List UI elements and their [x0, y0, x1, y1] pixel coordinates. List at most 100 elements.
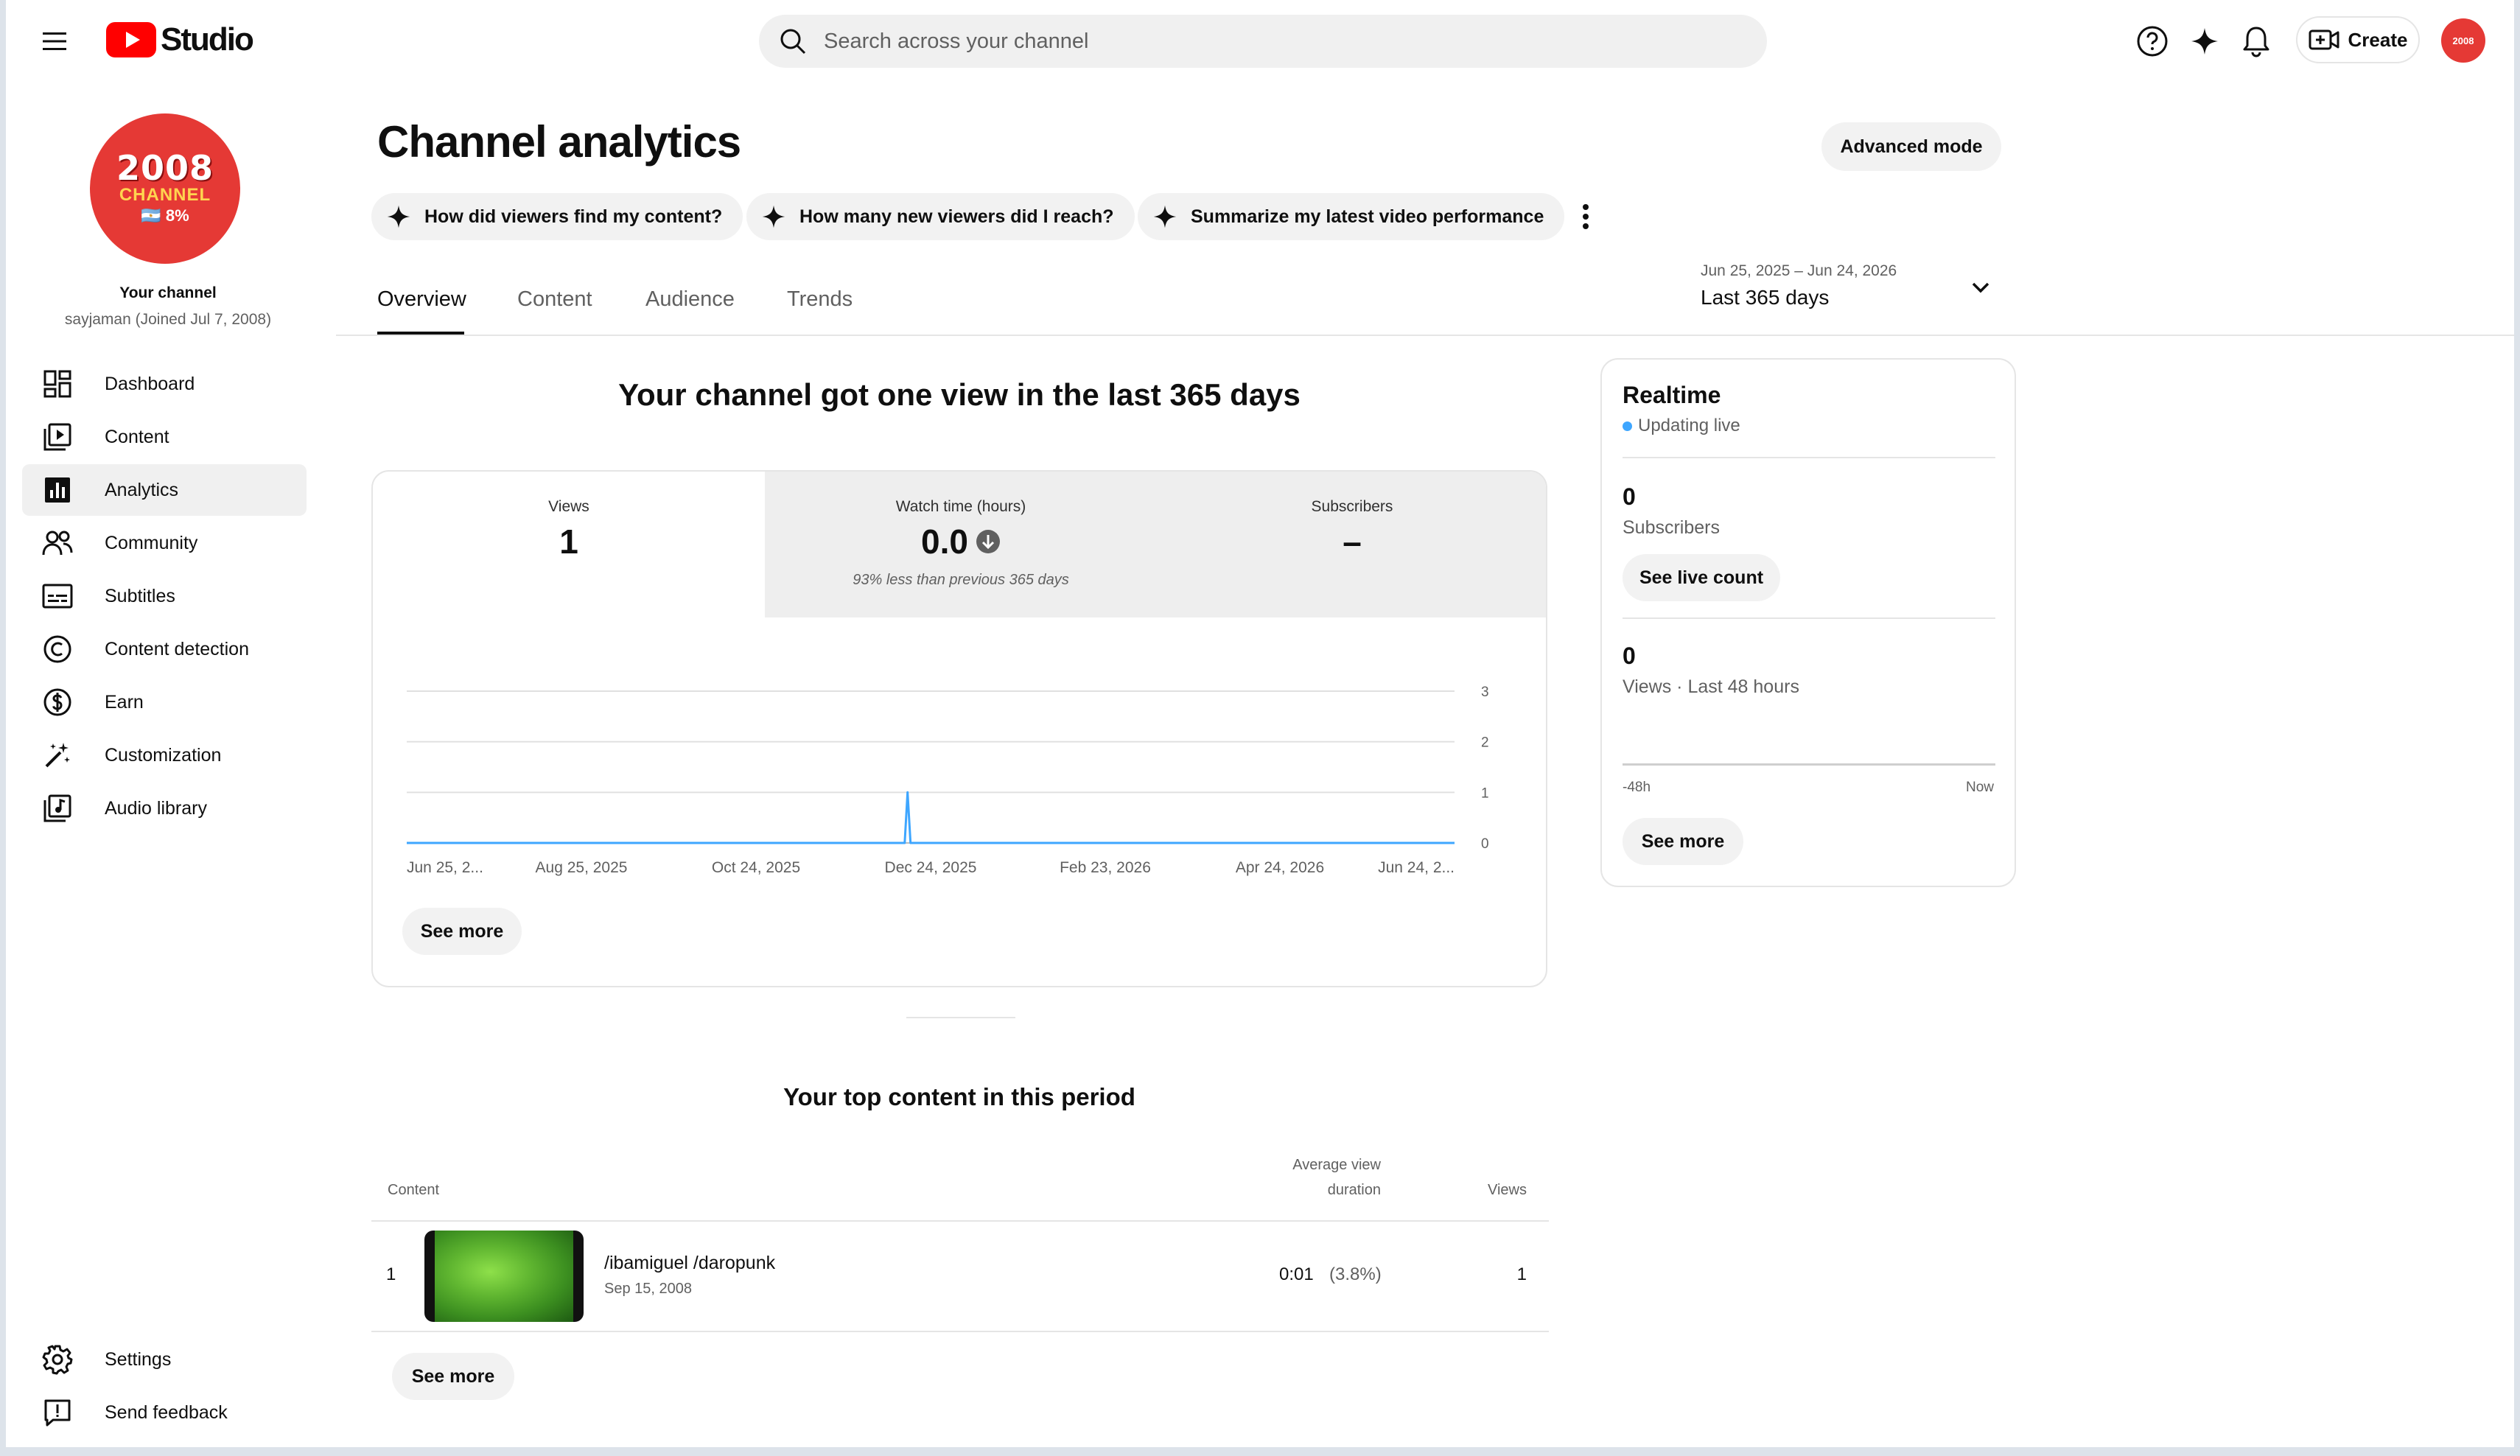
sidebar-item-label: Dashboard [105, 373, 195, 394]
see-live-count-button[interactable]: See live count [1623, 554, 1780, 601]
dollar-icon [40, 685, 75, 720]
metric-value: – [1343, 522, 1362, 561]
metric-comparison-note: 93% less than previous 365 days [853, 572, 1069, 588]
copyright-icon [40, 631, 75, 667]
metric-value-wrap: – [1157, 522, 1546, 561]
sidebar-item-analytics[interactable]: Analytics [22, 464, 307, 516]
account-avatar[interactable]: 2008 [2441, 18, 2485, 63]
video-date: Sep 15, 2008 [604, 1281, 692, 1297]
realtime-status: Updating live [1623, 416, 1740, 436]
help-icon[interactable] [2133, 22, 2171, 60]
sidebar-item-subtitles[interactable]: Subtitles [22, 570, 307, 622]
x-tick-label: Aug 25, 2025 [536, 859, 628, 876]
tab-overview[interactable]: Overview [377, 287, 466, 312]
video-thumbnail[interactable] [424, 1231, 584, 1322]
overview-see-more-button[interactable]: See more [402, 908, 522, 955]
your-channel-label: Your channel [119, 284, 217, 301]
metric-subscribers[interactable]: Subscribers – [1157, 472, 1546, 617]
metric-value: 0.0 [921, 522, 968, 561]
sidebar-item-label: Customization [105, 744, 222, 766]
avg-view-duration: 0:01 [1279, 1264, 1314, 1284]
realtime-see-more-button[interactable]: See more [1623, 818, 1743, 865]
advanced-mode-button[interactable]: Advanced mode [1821, 122, 2001, 171]
row-views: 1 [1516, 1264, 1527, 1284]
chip-label: How many new viewers did I reach? [799, 206, 1114, 227]
tab-divider [336, 335, 2514, 336]
channel-avatar[interactable]: 2008 CHANNEL 🇦🇷 8% [90, 113, 240, 264]
sidebar-item-audio-library[interactable]: Audio library [22, 783, 307, 834]
search-bar[interactable] [759, 15, 1767, 68]
sidebar-item-label: Content detection [105, 638, 249, 659]
metric-label: Watch time (hours) [895, 498, 1026, 515]
sidebar-item-dashboard[interactable]: Dashboard [22, 358, 307, 410]
avatar-small-text: 2008 [2452, 35, 2474, 46]
realtime-views-label: Views · Last 48 hours [1623, 676, 1799, 697]
top-bar: Studio Create 2008 [6, 0, 2514, 81]
bell-icon[interactable] [2237, 22, 2275, 60]
top-content-see-more-button[interactable]: See more [392, 1353, 514, 1400]
table-row[interactable]: 1 /ibamiguel /daropunk Sep 15, 2008 0:01… [371, 1222, 1549, 1331]
date-range-dates: Jun 25, 2025 – Jun 24, 2026 [1701, 262, 1897, 279]
tab-content[interactable]: Content [517, 287, 592, 312]
sparkle-icon[interactable] [2185, 22, 2224, 60]
analytics-icon [40, 472, 75, 508]
sidebar-item-content-detection[interactable]: Content detection [22, 623, 307, 675]
sidebar-item-label: Send feedback [105, 1401, 228, 1423]
avatar-channel-text: CHANNEL [119, 185, 211, 205]
video-title[interactable]: /ibamiguel /daropunk [604, 1253, 775, 1274]
x-tick-label: Jun 25, 2... [407, 859, 483, 876]
studio-logo[interactable]: Studio [106, 21, 254, 57]
realtime-status-text: Updating live [1638, 416, 1740, 435]
live-dot-icon [1623, 421, 1632, 431]
create-button[interactable]: Create [2296, 16, 2420, 63]
sidebar-item-label: Audio library [105, 797, 207, 819]
metric-label: Subscribers [1311, 498, 1393, 515]
column-header-content: Content [388, 1182, 440, 1198]
x-tick-label: Dec 24, 2025 [885, 859, 977, 876]
realtime-card: Realtime Updating live 0 Subscribers See… [1600, 358, 2016, 887]
video-camera-plus-icon [2309, 29, 2339, 50]
more-options-icon[interactable] [1568, 196, 1603, 237]
date-range-selector[interactable]: Jun 25, 2025 – Jun 24, 2026 Last 365 day… [1695, 258, 2012, 324]
realtime-axis-end: Now [1965, 780, 1994, 795]
sidebar-item-customization[interactable]: Customization [22, 729, 307, 781]
sidebar-item-label: Analytics [105, 479, 179, 500]
y-tick-label: 2 [1481, 735, 1489, 751]
chip-label: How did viewers find my content? [424, 206, 723, 227]
avg-view-percentage: (3.8%) [1329, 1264, 1382, 1284]
sidebar-item-label: Content [105, 426, 169, 447]
search-input[interactable] [824, 29, 1634, 54]
youtube-play-icon [106, 22, 156, 57]
analytics-headline: Your channel got one view in the last 36… [618, 377, 1301, 412]
sidebar-item-content[interactable]: Content [22, 411, 307, 463]
sidebar-item-label: Settings [105, 1348, 172, 1370]
search-icon [780, 29, 806, 55]
y-tick-label: 3 [1481, 685, 1489, 700]
column-header-avg-duration-1: Average view [1292, 1157, 1381, 1173]
sidebar-item-community[interactable]: Community [22, 517, 307, 569]
sparkle-icon [761, 204, 786, 229]
create-label: Create [2348, 28, 2408, 51]
metric-label: Views [548, 498, 589, 515]
metric-views[interactable]: Views 1 [373, 472, 765, 617]
hamburger-menu-icon[interactable] [37, 24, 72, 59]
feedback-icon [40, 1395, 75, 1430]
sidebar: 2008 CHANNEL 🇦🇷 8% Your channel sayjaman… [6, 81, 330, 1447]
gear-icon [40, 1342, 75, 1377]
metric-value: 1 [559, 522, 578, 561]
suggestion-chip-summarize-video[interactable]: Summarize my latest video performance [1138, 193, 1565, 240]
suggestion-chip-find-content[interactable]: How did viewers find my content? [371, 193, 743, 240]
suggestion-chip-new-viewers[interactable]: How many new viewers did I reach? [746, 193, 1135, 240]
realtime-chart-baseline [1623, 763, 1995, 766]
sidebar-item-earn[interactable]: Earn [22, 676, 307, 728]
sparkle-icon [386, 204, 411, 229]
sidebar-item-settings[interactable]: Settings [22, 1334, 307, 1385]
magic-wand-icon [40, 738, 75, 773]
tab-trends[interactable]: Trends [787, 287, 853, 312]
metric-watch-time[interactable]: Watch time (hours) 0.0 93% less than pre… [765, 472, 1157, 617]
tab-audience[interactable]: Audience [645, 287, 735, 312]
y-tick-label: 1 [1481, 785, 1489, 801]
content-icon [40, 419, 75, 455]
date-range-label: Last 365 days [1701, 286, 1830, 309]
sidebar-item-send-feedback[interactable]: Send feedback [22, 1387, 307, 1438]
